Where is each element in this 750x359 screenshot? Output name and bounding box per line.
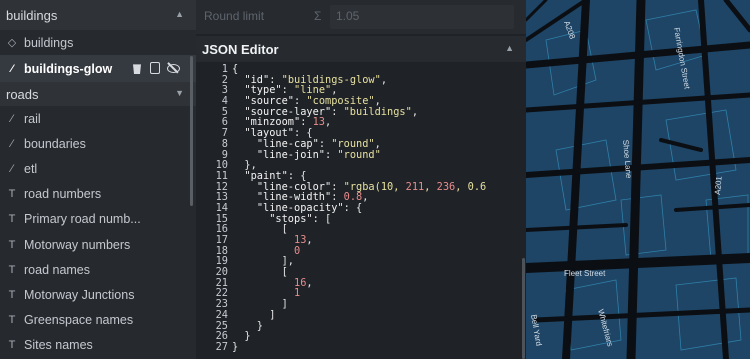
layer-label: Motorway numbers [24,237,131,252]
layer-item-rail[interactable]: ⁄ rail [0,106,196,131]
line-number: 24 [215,308,228,321]
map-view[interactable]: A208 Farringdon Street Shoe Lane A201 Fl… [526,0,750,359]
text-icon: T [8,263,16,276]
chevron-down-icon[interactable]: ▼ [175,88,184,98]
visibility-off-icon[interactable] [167,62,180,74]
layer-label: Sites names [24,338,93,353]
layer-item-boundaries[interactable]: ⁄ boundaries [0,131,196,156]
layer-item-etl[interactable]: ⁄ etl [0,156,196,181]
layer-item-greenspace-names[interactable]: T Greenspace names [0,308,196,333]
line-icon: ⁄ [11,112,13,125]
round-limit-label: Round limit [204,9,265,23]
layer-item-buildings-glow[interactable]: ⁄ buildings-glow [0,55,196,82]
layer-item-motorway-numbers[interactable]: T Motorway numbers [0,232,196,257]
line-number: 8 [221,137,228,150]
line-number: 27 [215,340,228,353]
map-label-fleet-street: Fleet Street [564,269,606,278]
layer-label: road names [24,262,91,277]
copy-icon[interactable] [150,62,160,74]
text-icon: T [8,188,16,201]
layer-list-roads: ⁄ rail ⁄ boundaries ⁄ etl Troad numbers T Primar… [0,106,196,358]
layer-label: etl [24,161,38,176]
text-icon: T [8,238,16,251]
layer-label: buildings [24,35,74,50]
group-label: buildings [6,7,58,23]
line-icon: ⁄ [11,137,13,150]
text-icon: T [8,213,16,226]
text-icon: T [8,339,16,352]
layer-label: road numbers [24,187,102,202]
layers-scrollbar[interactable] [190,56,193,206]
fill-layer-icon: ◇ [7,37,17,49]
code-text: ] [232,308,276,321]
line-layer-icon: ⁄ [11,62,13,75]
layer-label: boundaries [24,136,86,151]
editor-scrollbar[interactable] [522,258,525,359]
layer-label: Motorway Junctions [24,287,135,302]
code-line: 27} [196,342,526,353]
chevron-up-icon[interactable]: ▲ [505,43,514,53]
code-line: 26 } [196,331,526,342]
line-number: 11 [215,169,228,182]
layer-label: Primary road numb... [24,212,141,227]
layer-tools [132,62,180,74]
group-label: roads [6,86,39,102]
layer-item-road-names[interactable]: Troad names [0,257,196,282]
json-code-area[interactable]: 1{2 "id": "buildings-glow", 3 "type": "li… [196,64,526,359]
layer-item-road-numbers[interactable]: Troad numbers [0,182,196,207]
layer-label: rail [24,111,41,126]
layers-panel: buildings ▲ ◇ buildings ⁄ buildings-glow… [0,0,196,359]
line-icon: ⁄ [11,162,13,175]
map-label-a201: A201 [713,175,724,195]
code-line: 24 ] [196,310,526,321]
layer-group-buildings[interactable]: buildings ▲ [0,0,196,30]
layer-item-buildings[interactable]: ◇ buildings [0,30,196,55]
round-limit-row: Round limit Σ 1.05 [196,0,526,34]
map-label-shoe-lane: Shoe Lane [621,139,633,179]
json-editor-header[interactable]: JSON Editor ▲ [196,36,526,62]
editor-panel: Round limit Σ 1.05 JSON Editor ▲ 1{2 "id… [196,0,526,359]
chevron-up-icon[interactable]: ▲ [175,9,184,19]
layer-label: Greenspace names [24,313,134,328]
layer-label: buildings-glow [24,61,113,76]
sigma-icon[interactable]: Σ [314,9,321,23]
layer-item-motorway-junctions[interactable]: T Motorway Junctions [0,282,196,307]
round-limit-value: 1.05 [336,9,360,23]
text-icon: T [8,288,16,301]
map-canvas[interactable]: A208 Farringdon Street Shoe Lane A201 Fl… [526,0,750,359]
text-icon: T [8,314,16,327]
layer-item-primary-road-numb[interactable]: T Primary road numb... [0,207,196,232]
json-editor-title: JSON Editor [202,42,279,57]
code-text: } [232,340,239,353]
layer-group-roads[interactable]: roads ▼ [0,82,196,106]
trash-icon[interactable] [133,64,141,74]
layer-item-sites-names[interactable]: T Sites names [0,333,196,358]
